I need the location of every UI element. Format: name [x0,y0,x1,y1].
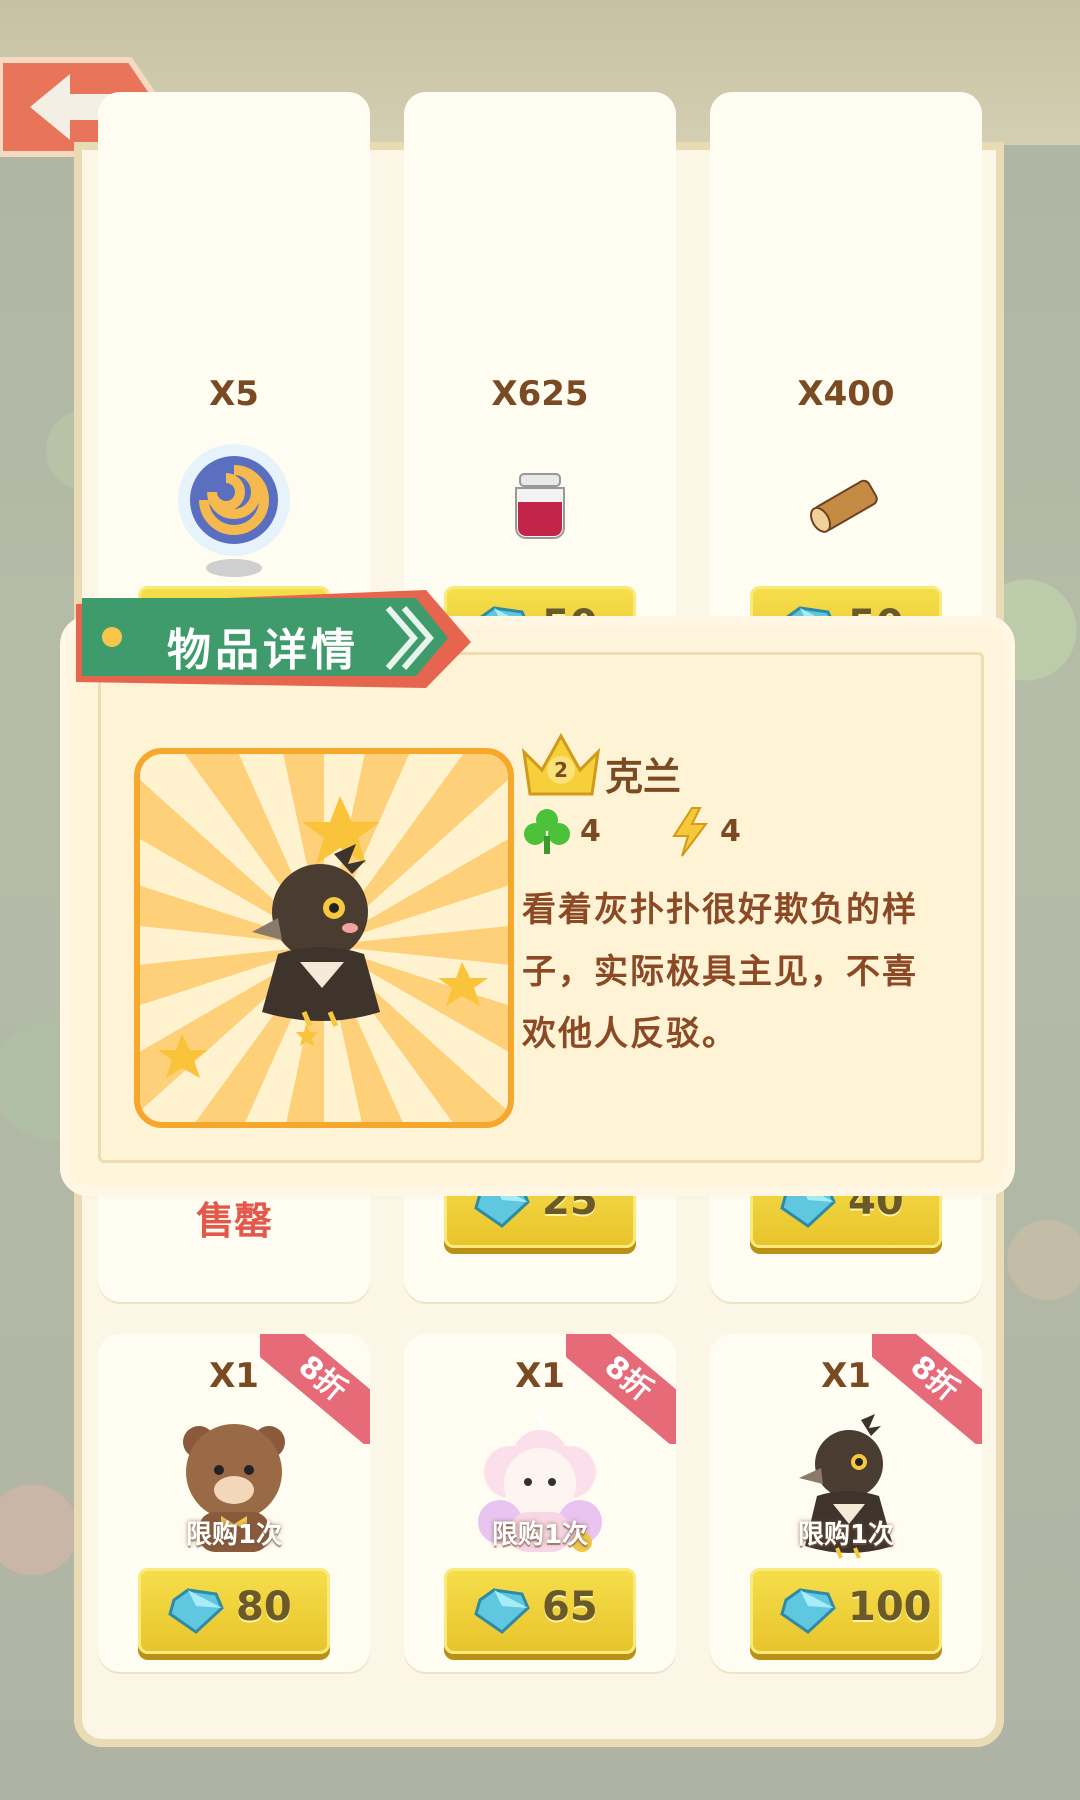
modal-title: 物品详情 [167,625,359,676]
lightning-icon [670,806,710,862]
purchase-limit-label: 限购1次 [797,1520,895,1550]
item-quantity: X1 [209,1356,259,1396]
luck-stat-value: 4 [580,814,601,849]
item-quantity: X5 [209,374,259,414]
gem-icon [166,1586,226,1640]
item-detail-modal[interactable]: 物品详情 2 克兰 4 4 看着灰扑扑很好欺负的样子，实际极具主见，不喜欢他人反… [70,590,1005,1186]
shop-card[interactable]: 8折 X1 限购1次 80 [98,1334,370,1672]
price-amount: 100 [848,1584,932,1630]
crown-icon: 2 [520,730,602,804]
price-button[interactable]: 65 [444,1568,636,1654]
gem-icon [778,1180,838,1234]
gem-icon [472,1586,532,1640]
energy-stat-value: 4 [720,814,741,849]
character-portrait [134,748,514,1128]
price-button[interactable]: 80 [138,1568,330,1654]
item-quantity: X1 [515,1356,565,1396]
jam-jar-icon [510,470,570,544]
gem-icon [778,1586,838,1640]
sold-out-label: 售罄 [195,1199,272,1243]
swirl-orb-icon [174,440,294,584]
clover-icon [522,806,572,860]
gem-icon [472,1180,532,1234]
character-name: 克兰 [605,755,682,799]
purchase-limit-label: 限购1次 [491,1520,589,1550]
item-quantity: X1 [821,1356,871,1396]
price-amount: 80 [236,1584,292,1630]
purchase-limit-label: 限购1次 [185,1520,283,1550]
wood-log-icon [806,474,886,538]
modal-title-banner: 物品详情 [76,590,471,688]
item-quantity: X625 [491,374,589,414]
character-rank: 2 [554,758,568,782]
shop-card[interactable]: 8折 X1 限购1次 65 [404,1334,676,1672]
price-amount: 65 [542,1584,598,1630]
shop-card[interactable]: 8折 X1 限购1次 100 [710,1334,982,1672]
price-button[interactable]: 100 [750,1568,942,1654]
crow-portrait-art [158,796,488,1078]
character-description: 看着灰扑扑很好欺负的样子，实际极具主见，不喜欢他人反驳。 [522,890,918,1054]
item-quantity: X400 [797,374,895,414]
